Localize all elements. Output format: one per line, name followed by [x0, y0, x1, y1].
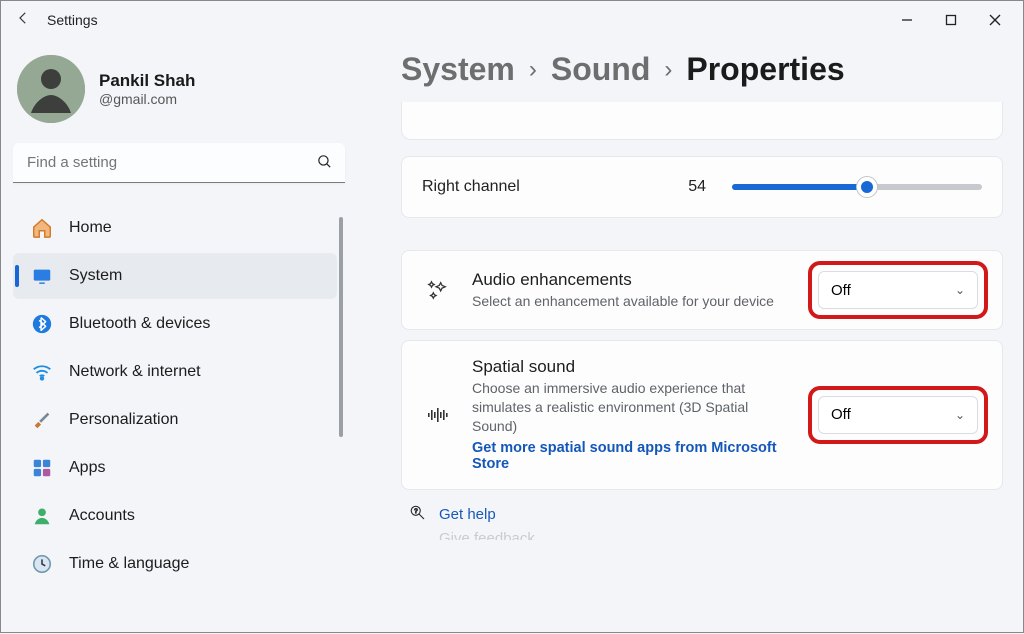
sparkle-icon: [422, 279, 452, 301]
sidebar-item-time-language[interactable]: Time & language: [13, 541, 337, 587]
slider-thumb[interactable]: [857, 177, 877, 197]
highlight-box: Off ⌄: [814, 267, 982, 313]
audio-enhancements-dropdown[interactable]: Off ⌄: [818, 271, 978, 309]
spatial-sound-card: Spatial sound Choose an immersive audio …: [401, 340, 1003, 490]
breadcrumb-properties: Properties: [686, 51, 844, 88]
help-icon: ?: [409, 504, 427, 526]
breadcrumb: System › Sound › Properties: [401, 51, 1003, 88]
sidebar-item-label: Personalization: [69, 411, 178, 429]
sidebar: Pankil Shah @gmail.com Home System: [1, 39, 361, 634]
right-channel-label: Right channel: [422, 178, 642, 196]
nav-list: Home System Bluetooth & devices Network …: [13, 205, 353, 587]
dropdown-value: Off: [831, 282, 851, 299]
chevron-down-icon: ⌄: [955, 408, 965, 422]
app-title: Settings: [47, 12, 98, 28]
audio-enhancements-subtitle: Select an enhancement available for your…: [472, 292, 794, 311]
sound-wave-icon: [422, 403, 452, 427]
right-channel-slider[interactable]: [732, 184, 982, 190]
apps-icon: [31, 457, 53, 479]
card-stub-top: [401, 102, 1003, 140]
sidebar-item-personalization[interactable]: Personalization: [13, 397, 337, 443]
sidebar-item-label: Apps: [69, 459, 105, 477]
spatial-sound-dropdown[interactable]: Off ⌄: [818, 396, 978, 434]
sidebar-item-network[interactable]: Network & internet: [13, 349, 337, 395]
wifi-icon: [31, 361, 53, 383]
user-email: @gmail.com: [99, 91, 195, 107]
sidebar-item-label: Bluetooth & devices: [69, 315, 210, 333]
sidebar-item-label: Time & language: [69, 555, 189, 573]
search-input[interactable]: [13, 143, 345, 183]
breadcrumb-sound[interactable]: Sound: [551, 51, 651, 88]
get-help-label: Get help: [439, 506, 496, 523]
paintbrush-icon: [31, 409, 53, 431]
close-button[interactable]: [973, 5, 1017, 35]
avatar: [17, 55, 85, 123]
spatial-sound-subtitle: Choose an immersive audio experience tha…: [472, 379, 794, 436]
clock-icon: [31, 553, 53, 575]
main-panel: System › Sound › Properties Right channe…: [361, 39, 1023, 634]
svg-text:?: ?: [414, 509, 418, 515]
chevron-right-icon: ›: [529, 56, 537, 84]
sidebar-item-apps[interactable]: Apps: [13, 445, 337, 491]
spatial-sound-store-link[interactable]: Get more spatial sound apps from Microso…: [472, 440, 794, 472]
minimize-button[interactable]: [885, 5, 929, 35]
get-help-link[interactable]: ? Get help: [409, 504, 1003, 526]
chevron-down-icon: ⌄: [955, 283, 965, 297]
sidebar-item-bluetooth[interactable]: Bluetooth & devices: [13, 301, 337, 347]
sidebar-item-home[interactable]: Home: [13, 205, 337, 251]
nav-scrollbar[interactable]: [339, 217, 343, 437]
right-channel-card: Right channel 54: [401, 156, 1003, 218]
maximize-button[interactable]: [929, 5, 973, 35]
sidebar-item-label: Home: [69, 219, 112, 237]
accounts-icon: [31, 505, 53, 527]
profile-block[interactable]: Pankil Shah @gmail.com: [13, 49, 353, 137]
audio-enhancements-title: Audio enhancements: [472, 270, 794, 290]
sidebar-item-label: System: [69, 267, 122, 285]
system-icon: [31, 265, 53, 287]
search-icon: [316, 153, 333, 175]
feedback-cutoff: Give feedback: [439, 530, 1003, 540]
search-box: [13, 143, 345, 183]
bluetooth-icon: [31, 313, 53, 335]
back-button[interactable]: [7, 9, 39, 32]
home-icon: [31, 217, 53, 239]
titlebar: Settings: [1, 1, 1023, 39]
highlight-box: Off ⌄: [814, 392, 982, 438]
audio-enhancements-card: Audio enhancements Select an enhancement…: [401, 250, 1003, 330]
sidebar-item-label: Network & internet: [69, 363, 201, 381]
chevron-right-icon: ›: [664, 56, 672, 84]
right-channel-value: 54: [688, 178, 706, 196]
dropdown-value: Off: [831, 406, 851, 423]
sidebar-item-label: Accounts: [69, 507, 135, 525]
breadcrumb-system[interactable]: System: [401, 51, 515, 88]
spatial-sound-title: Spatial sound: [472, 357, 794, 377]
user-name: Pankil Shah: [99, 71, 195, 91]
sidebar-item-system[interactable]: System: [13, 253, 337, 299]
sidebar-item-accounts[interactable]: Accounts: [13, 493, 337, 539]
